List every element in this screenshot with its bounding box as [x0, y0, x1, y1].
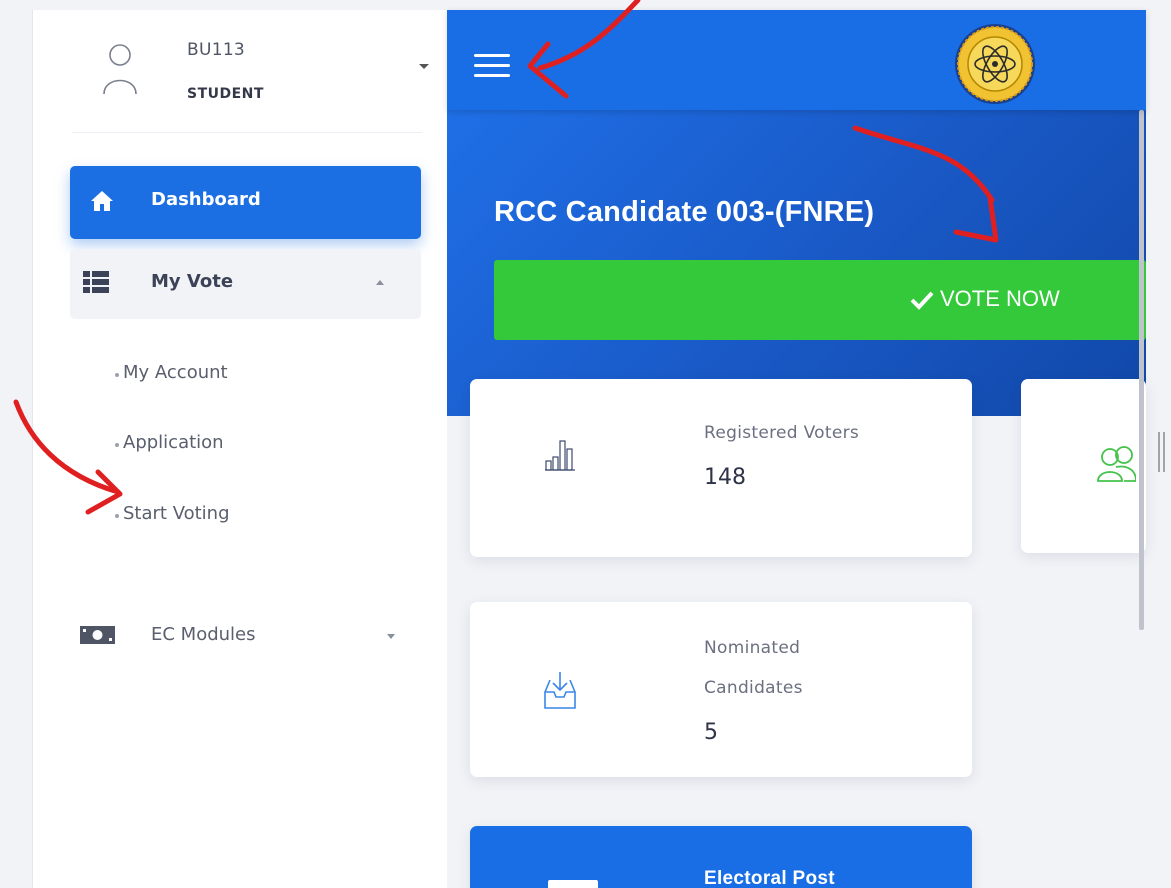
stat-card-registered-voters: Registered Voters 148	[470, 379, 972, 557]
chevron-up-icon	[376, 280, 384, 285]
stat-card-electoral-post: Electoral Post	[470, 826, 972, 888]
user-avatar-icon	[103, 44, 137, 95]
stat-label-line1: Nominated	[704, 638, 801, 658]
bullet-icon	[115, 373, 119, 377]
resize-handle-icon[interactable]	[1157, 432, 1167, 472]
menu-toggle-icon[interactable]	[474, 50, 510, 82]
check-icon	[910, 291, 934, 310]
sidebar-subitem-application[interactable]: Application	[115, 432, 224, 453]
sidebar-subitem-start-voting[interactable]: Start Voting	[115, 503, 230, 524]
sidebar-item-ec-modules[interactable]: EC Modules	[70, 616, 421, 656]
stat-label: Electoral Post	[704, 868, 835, 888]
inbox-download-icon	[544, 672, 576, 709]
atom-seal-logo	[955, 24, 1035, 104]
user-profile[interactable]: BU113 STUDENT	[72, 10, 429, 133]
top-navbar	[447, 10, 1146, 110]
sidebar-item-my-vote[interactable]: My Vote	[70, 249, 421, 319]
list-icon	[83, 271, 109, 293]
sidebar-subitem-label: Application	[123, 432, 224, 453]
home-icon	[91, 191, 113, 211]
sidebar-item-label: My Vote	[151, 271, 234, 292]
chevron-down-icon[interactable]	[419, 64, 429, 69]
stat-value: 5	[704, 720, 718, 745]
users-icon	[1097, 446, 1136, 482]
hero-banner: RCC Candidate 003-(FNRE) VOTE NOW	[447, 110, 1146, 416]
chevron-down-icon	[387, 634, 395, 639]
user-name: BU113	[187, 40, 246, 60]
stat-value: 148	[704, 465, 746, 490]
stat-card-nominated-candidates: Nominated Candidates 5	[470, 602, 972, 777]
stat-label-line2: Candidates	[704, 678, 803, 698]
vote-now-button[interactable]: VOTE NOW	[494, 260, 1146, 340]
stat-card-partial	[1021, 379, 1146, 553]
sidebar-subitem-label: Start Voting	[123, 503, 230, 524]
bullet-icon	[115, 514, 119, 518]
sidebar-subitem-my-account[interactable]: My Account	[115, 362, 228, 383]
money-icon	[80, 626, 115, 644]
user-role: STUDENT	[187, 86, 264, 102]
page-title: RCC Candidate 003-(FNRE)	[494, 196, 875, 228]
bar-chart-icon	[545, 440, 575, 471]
sidebar-item-label: EC Modules	[151, 624, 256, 645]
sidebar-item-dashboard[interactable]: Dashboard	[70, 166, 421, 239]
sidebar-subitem-label: My Account	[123, 362, 228, 383]
sidebar: BU113 STUDENT Dashboard My Vote My Accou…	[32, 10, 447, 888]
scrollbar[interactable]	[1139, 110, 1144, 630]
bullet-icon	[115, 443, 119, 447]
sidebar-item-label: Dashboard	[151, 189, 261, 210]
stat-label: Registered Voters	[704, 423, 860, 443]
vote-now-label: VOTE NOW	[940, 286, 1060, 311]
document-icon	[548, 880, 598, 888]
